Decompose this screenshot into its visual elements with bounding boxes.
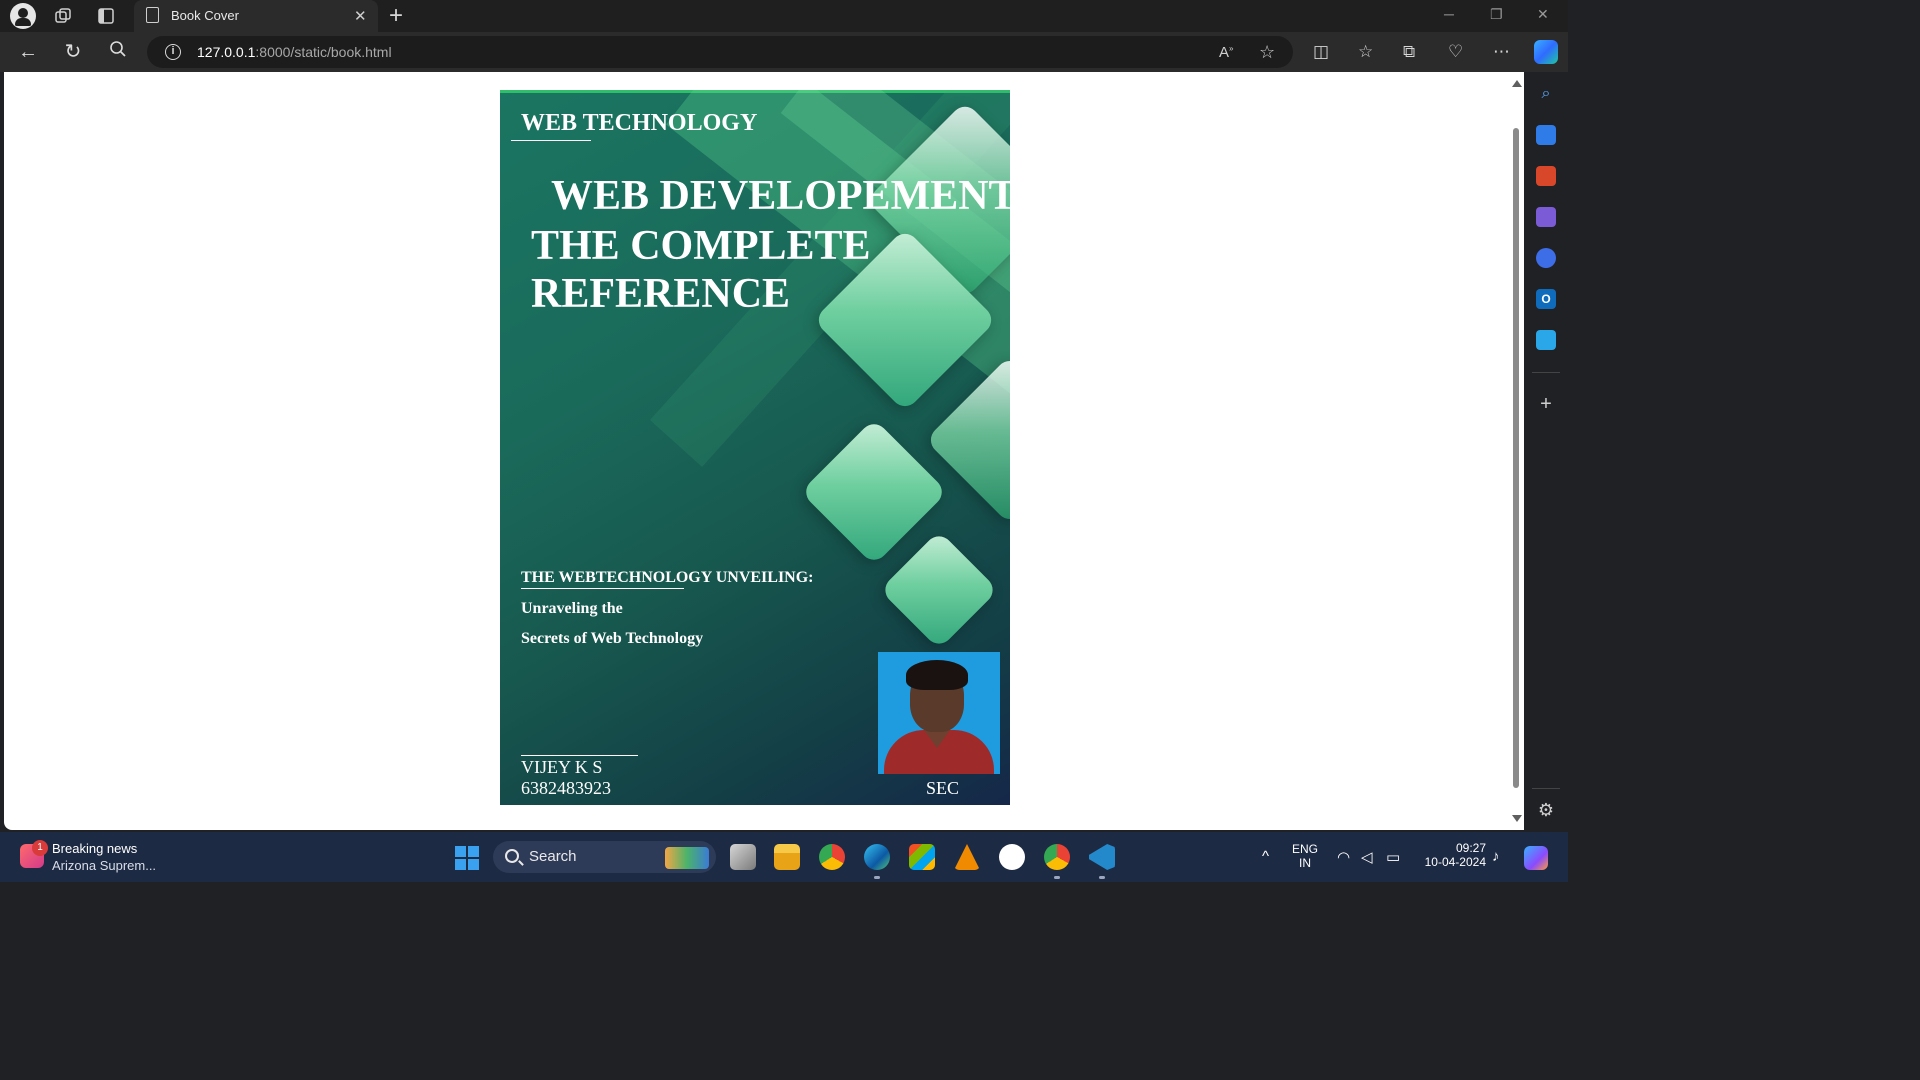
shopping-tag-icon[interactable]	[1536, 125, 1556, 145]
language-indicator[interactable]: ENG IN	[1292, 842, 1318, 870]
subtitle-line2: Secrets of Web Technology	[521, 630, 704, 647]
copilot-icon[interactable]	[1534, 40, 1558, 64]
restore-icon[interactable]: ❐	[1490, 6, 1503, 23]
favorites-icon[interactable]: ☆	[1358, 42, 1373, 62]
sidebar-separator	[1532, 788, 1560, 789]
info-icon[interactable]: i	[165, 44, 181, 60]
news-subtitle[interactable]: Arizona Suprem...	[52, 858, 156, 873]
show-hidden-icons-chevron-icon[interactable]: ^	[1262, 848, 1269, 865]
clock-date: 10-04-2024	[1424, 855, 1486, 869]
vscode-icon[interactable]	[1089, 844, 1115, 870]
close-window-icon[interactable]: ✕	[1537, 6, 1549, 23]
tab-actions-icon[interactable]	[94, 4, 118, 28]
running-indicator	[1054, 876, 1060, 879]
drop-send-icon[interactable]	[1536, 330, 1556, 350]
chrome-profile-icon[interactable]	[1044, 844, 1070, 870]
volume-icon[interactable]: ◁	[1361, 848, 1373, 866]
minimize-icon[interactable]: ─	[1444, 6, 1454, 22]
split-screen-icon[interactable]: ◫	[1313, 42, 1329, 62]
scroll-up-arrow-icon[interactable]	[1512, 80, 1522, 87]
profile-avatar-icon[interactable]	[10, 3, 36, 29]
subtitle-heading: THE WEBTECHNOLOGY UNVEILING:	[521, 569, 814, 586]
clock-time: 09:27	[1455, 841, 1486, 855]
clock[interactable]: 09:27 10-04-2024	[1416, 841, 1486, 869]
vlc-icon[interactable]	[954, 844, 980, 870]
scroll-thumb[interactable]	[1513, 128, 1519, 788]
news-badge: 1	[32, 840, 48, 856]
search-label: Search	[529, 848, 577, 865]
cover-title-line3: REFERENCE	[531, 271, 791, 317]
browser-toolbar: ← ↻ i 127.0.0.1:8000/static/book.html A»…	[0, 32, 1568, 72]
book-cover: WEB TECHNOLOGY WEB DEVELOPEMENT THE COMP…	[500, 90, 1010, 805]
search-icon	[505, 849, 519, 863]
copilot-taskbar-icon[interactable]	[1524, 846, 1548, 870]
microsoft-365-icon[interactable]	[1536, 248, 1556, 268]
sidebar-search-icon[interactable]: ⌕	[1536, 84, 1556, 104]
cover-header: WEB TECHNOLOGY	[521, 110, 758, 136]
sidebar-separator	[1532, 372, 1560, 373]
url-path: :8000/static/book.html	[255, 44, 392, 60]
start-windows-icon[interactable]	[455, 846, 479, 870]
author-underline	[521, 755, 638, 756]
subtitle-underline	[521, 588, 684, 589]
github-desktop-icon[interactable]	[999, 844, 1025, 870]
url-host: 127.0.0.1	[197, 44, 256, 60]
refresh-icon[interactable]: ↻	[61, 40, 85, 64]
notification-bell-icon[interactable]: ♪	[1492, 848, 1500, 865]
news-title[interactable]: Breaking news	[52, 841, 137, 856]
sidebar-settings-gear-icon[interactable]: ⚙	[1536, 800, 1556, 820]
more-icon[interactable]: ⋯	[1493, 42, 1510, 62]
author-name: VIJEY K S	[521, 757, 603, 777]
tab-book-cover[interactable]: Book Cover ✕	[134, 0, 378, 32]
decorative-diamond	[879, 530, 999, 650]
browser-title-bar: Book Cover ✕ + ─ ❐ ✕	[0, 0, 1568, 32]
battery-icon[interactable]: ▭	[1386, 848, 1400, 866]
wifi-icon[interactable]: ◠	[1337, 848, 1350, 866]
tools-briefcase-icon[interactable]	[1536, 166, 1556, 186]
star-icon[interactable]: ☆	[1259, 42, 1275, 63]
search-icon[interactable]	[106, 40, 130, 64]
workspaces-icon[interactable]	[51, 4, 75, 28]
edge-sidebar: ⌕ O + ⚙	[1524, 72, 1568, 830]
add-sidebar-app-icon[interactable]: +	[1536, 394, 1556, 414]
tab-title: Book Cover	[171, 8, 239, 23]
subtitle-line1: Unraveling the	[521, 600, 623, 617]
task-view-icon[interactable]	[730, 844, 756, 870]
language-code: ENG	[1292, 842, 1319, 856]
taskbar-search-box[interactable]: Search	[493, 841, 716, 873]
games-icon[interactable]	[1536, 207, 1556, 227]
search-highlight-image	[665, 847, 709, 869]
edge-icon[interactable]	[864, 844, 890, 870]
page-icon	[146, 7, 159, 23]
cover-title-line1: WEB DEVELOPEMENT	[551, 173, 1010, 219]
outlook-icon[interactable]: O	[1536, 289, 1556, 309]
scroll-down-arrow-icon[interactable]	[1512, 815, 1522, 822]
institution-label: SEC	[926, 778, 960, 798]
close-tab-icon[interactable]: ✕	[354, 7, 367, 25]
windows-taskbar: 1 Breaking news Arizona Suprem... Search…	[0, 832, 1568, 882]
back-arrow-icon[interactable]: ←	[16, 40, 40, 64]
author-phone: 6382483923	[521, 778, 611, 798]
vertical-scrollbar[interactable]	[1510, 76, 1522, 826]
address-bar[interactable]: i 127.0.0.1:8000/static/book.html A» ☆	[147, 36, 1293, 68]
author-photo	[878, 652, 1000, 774]
file-explorer-icon[interactable]	[774, 844, 800, 870]
microsoft-store-icon[interactable]	[909, 844, 935, 870]
running-indicator	[1099, 876, 1105, 879]
cover-title-line2: THE COMPLETE	[531, 223, 871, 269]
header-underline	[511, 140, 591, 141]
collections-icon[interactable]: ⧉	[1403, 42, 1415, 62]
page-viewport: WEB TECHNOLOGY WEB DEVELOPEMENT THE COMP…	[4, 72, 1524, 830]
new-tab-button[interactable]: +	[389, 2, 403, 30]
url-text[interactable]: 127.0.0.1:8000/static/book.html	[197, 44, 392, 60]
browser-essentials-icon[interactable]: ♡	[1448, 42, 1463, 62]
read-aloud-icon[interactable]: A»	[1219, 44, 1233, 61]
chrome-icon[interactable]	[819, 844, 845, 870]
region-code: IN	[1299, 856, 1311, 870]
running-indicator	[874, 876, 880, 879]
